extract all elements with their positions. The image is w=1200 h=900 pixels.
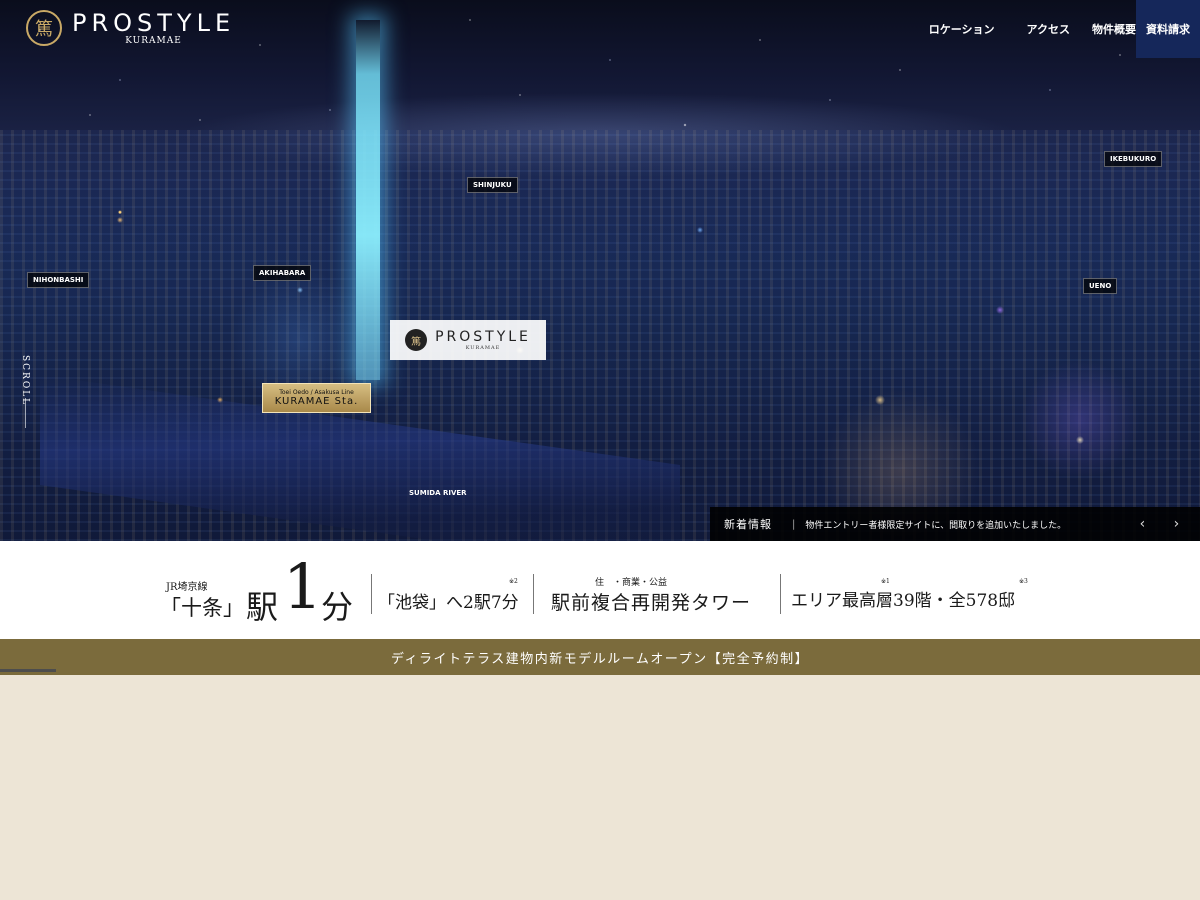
- feature-eki: 駅: [246, 588, 279, 626]
- feature-note-2: ※2: [509, 578, 518, 585]
- news-label: 新着情報: [724, 518, 772, 531]
- logo-subtitle: KURAMAE: [125, 36, 182, 46]
- news-separator: |: [792, 518, 796, 530]
- request-materials-button[interactable]: 資料請求: [1136, 0, 1200, 58]
- chevron-left-icon[interactable]: ‹: [1125, 516, 1159, 532]
- feature-ruby: 住 ・商業・公益: [595, 578, 668, 588]
- prostyle-badge: 篤 PROSTYLE KURAMAE: [390, 320, 546, 360]
- chevron-right-icon[interactable]: ›: [1159, 516, 1193, 532]
- feature-tower: 駅前複合再開発タワー: [551, 592, 752, 614]
- feature-one: 1: [283, 550, 323, 623]
- logo-mark-icon: 篤: [405, 329, 428, 351]
- feature-area: エリア最高層39階・全578邸: [791, 591, 1016, 611]
- logo-title: PROSTYLE: [72, 9, 236, 37]
- light-beam: [356, 20, 380, 380]
- news-bar: 新着情報 | 物件エントリー者様限定サイトに、間取りを追加いたしました。 ‹ ›: [710, 507, 1200, 541]
- place-label-shinjuku: SHINJUKU: [467, 177, 518, 193]
- feature-divider-3: [780, 574, 781, 614]
- nav-overview[interactable]: 物件概要: [1092, 21, 1136, 37]
- tab-indicator: [0, 669, 56, 672]
- place-label-ikebukuro: IKEBUKURO: [1104, 151, 1163, 167]
- station-name: KURAMAE Sta.: [274, 396, 359, 407]
- main-nav: ロケーション アクセス 物件概要: [929, 0, 1136, 58]
- hero-image: SHINJUKU IKEBUKURO NIHONBASHI AKIHABARA …: [0, 0, 1200, 541]
- feature-station: 「十条」: [160, 596, 244, 620]
- feature-note-1: ※1: [881, 578, 890, 585]
- nav-access[interactable]: アクセス: [1027, 21, 1070, 37]
- badge-subtitle: KURAMAE: [465, 345, 501, 351]
- logo-mark-icon: 篤: [26, 10, 62, 46]
- feature-divider-1: [371, 574, 372, 614]
- feature-minute: 分: [321, 588, 354, 626]
- station-line: Toei Oedo / Asakusa Line: [279, 389, 354, 396]
- nav-location[interactable]: ロケーション: [929, 21, 995, 37]
- badge-title: PROSTYLE: [435, 329, 531, 345]
- feature-divider-2: [533, 574, 534, 614]
- scroll-line: [25, 398, 26, 428]
- place-label-ueno: UENO: [1083, 278, 1118, 294]
- news-text[interactable]: 物件エントリー者様限定サイトに、間取りを追加いたしました。: [805, 518, 1125, 531]
- place-label-nihonbashi: NIHONBASHI: [27, 272, 90, 288]
- feature-note-3: ※3: [1019, 578, 1028, 585]
- station-badge: Toei Oedo / Asakusa Line KURAMAE Sta.: [262, 383, 371, 413]
- place-label-sumida-river: SUMIDA RIVER: [409, 489, 467, 497]
- feature-ikebukuro: 「池袋」へ2駅7分: [378, 593, 519, 613]
- place-label-akihabara: AKIHABARA: [253, 265, 312, 281]
- model-room-banner[interactable]: ディライトテラス建物内新モデルルームオープン【完全予約制】: [0, 639, 1200, 675]
- site-logo[interactable]: 篤 PROSTYLE KURAMAE: [26, 10, 235, 46]
- feature-line-name: JR埼京線: [166, 582, 208, 593]
